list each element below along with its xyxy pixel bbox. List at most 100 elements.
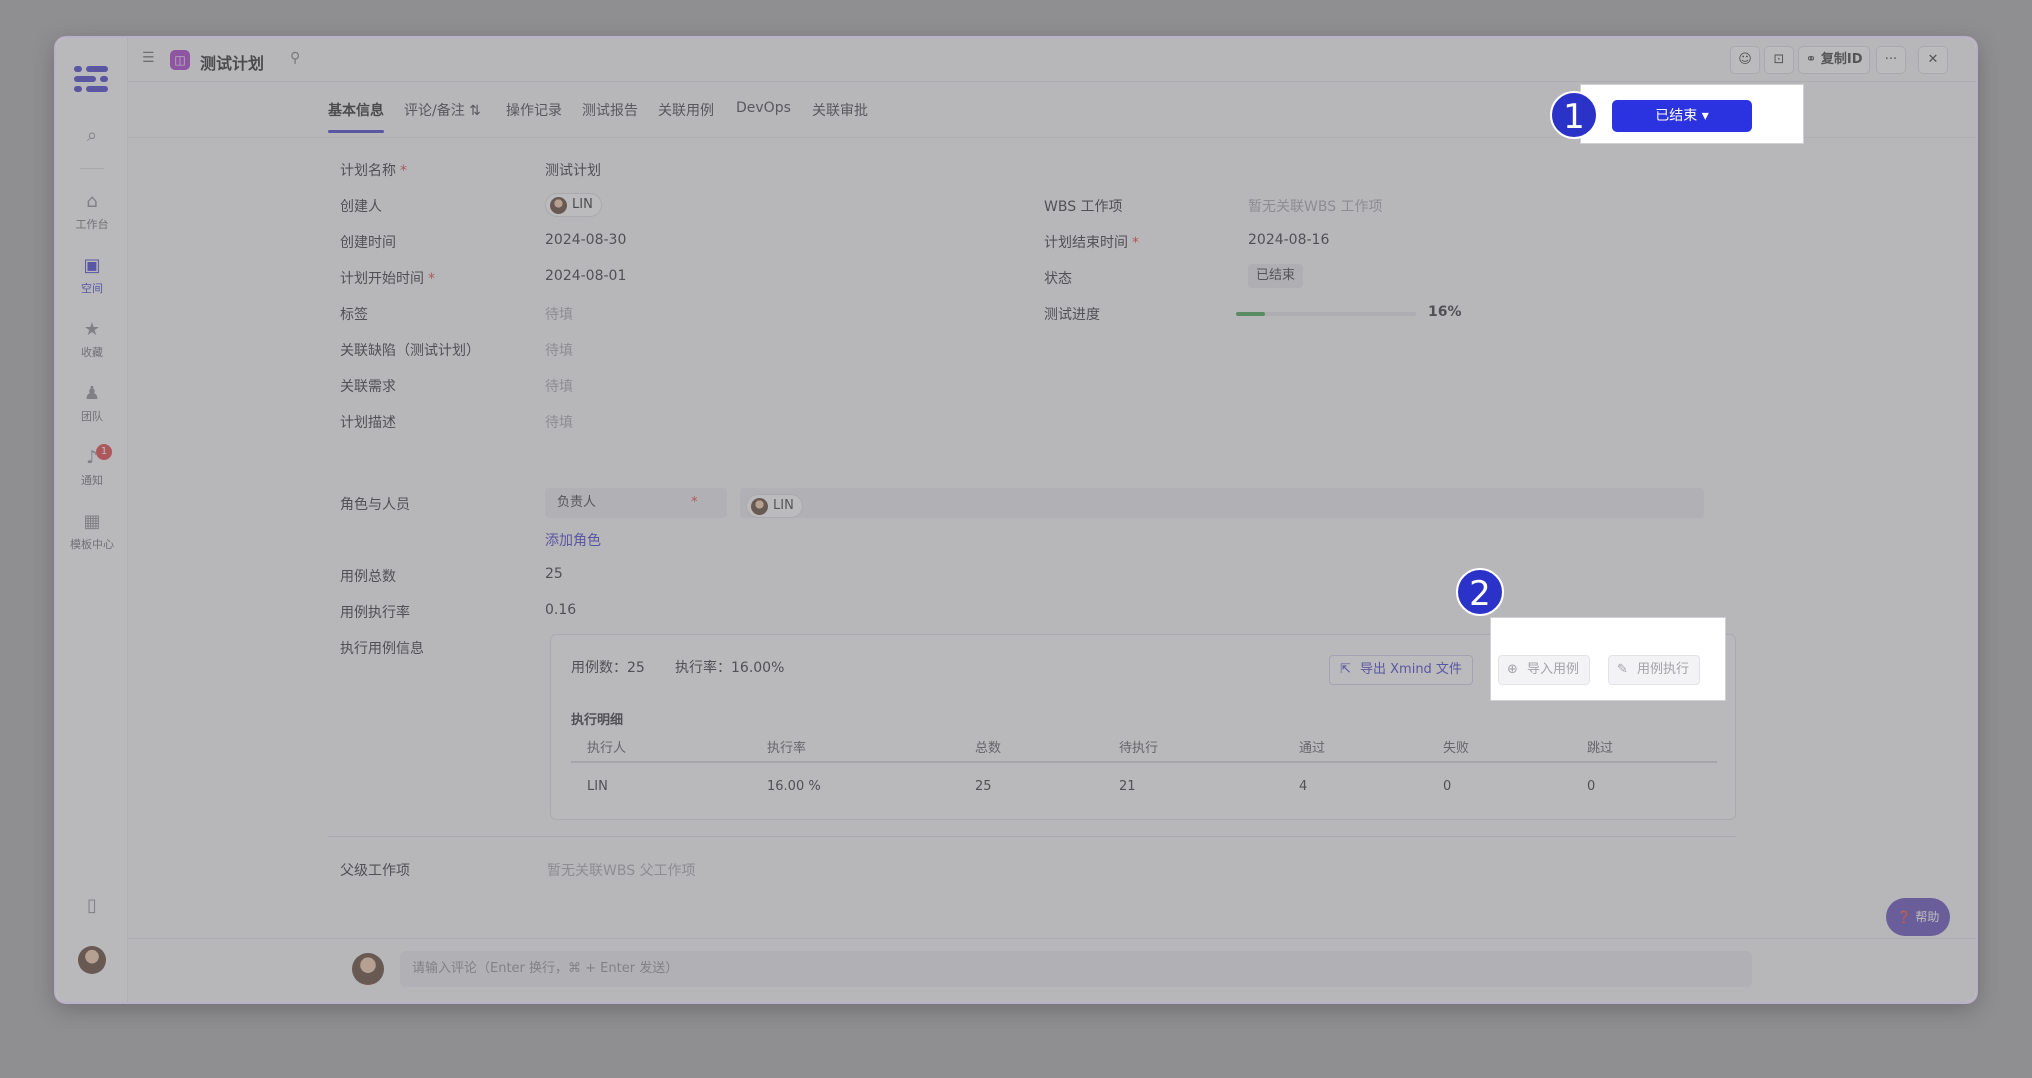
col-skipped: 跳过 — [1587, 741, 1614, 756]
step-marker-1: 1 — [1550, 91, 1598, 139]
bookmark-icon: ⊡ — [1773, 52, 1785, 67]
status-badge[interactable]: 已结束 — [1248, 264, 1304, 288]
export-icon: ⇱ — [1340, 662, 1351, 677]
description-value[interactable]: 待填 — [545, 412, 573, 432]
page-title: 测试计划 — [200, 54, 265, 73]
tab-history[interactable]: 操作记录 — [506, 100, 562, 120]
notification-badge: 1 — [96, 444, 112, 460]
left-rail: ⌕ ⌂ 工作台 ▣ 空间 ★ 收藏 ♟ 团队 ♪ 1 通知 ▦ 模板中心 ▯ — [56, 38, 128, 1002]
members-button[interactable]: ☺ — [1730, 46, 1760, 74]
progress-value: 16% — [1428, 304, 1462, 320]
space-icon: ▣ — [83, 255, 101, 276]
summary-rate: 执行率：16.00% — [675, 660, 785, 676]
field-label-exec-info: 执行用例信息 — [340, 641, 424, 657]
more-button[interactable]: ··· — [1876, 46, 1906, 74]
cell-executor: LIN — [587, 779, 608, 794]
comment-input[interactable]: 请输入评论（Enter 换行，⌘ + Enter 发送） — [400, 951, 1752, 987]
field-label-defects: 关联缺陷（测试计划） — [340, 343, 480, 359]
step-marker-2: 2 — [1456, 568, 1504, 616]
mobile-button[interactable]: ▯ — [56, 896, 128, 920]
members-icon: ☺ — [1738, 52, 1752, 67]
end-date-value[interactable]: 2024-08-16 — [1248, 232, 1329, 248]
role-name-field[interactable]: 负责人 * — [545, 488, 727, 518]
field-label-roles: 角色与人员 — [340, 497, 410, 513]
execute-cases-button[interactable]: ✎ 用例执行 — [1608, 655, 1701, 685]
user-avatar[interactable] — [78, 946, 106, 974]
rail-item-favorites[interactable]: ★ 收藏 — [56, 320, 128, 360]
requirements-value[interactable]: 待填 — [545, 376, 573, 396]
col-failed: 失败 — [1443, 741, 1470, 756]
field-label-description: 计划描述 — [340, 415, 396, 431]
comment-avatar — [352, 953, 384, 985]
tab-devops[interactable]: DevOps — [736, 100, 791, 116]
table-header: 执行人 执行率 总数 待执行 通过 失败 跳过 — [571, 731, 1717, 763]
wbs-value[interactable]: 暂无关联WBS 工作项 — [1248, 196, 1383, 216]
detail-title: 执行明细 — [571, 713, 624, 728]
col-passed: 通过 — [1299, 741, 1326, 756]
tab-basic-info[interactable]: 基本信息 — [328, 100, 384, 133]
plan-type-icon: ◫ — [170, 50, 190, 70]
rail-item-team[interactable]: ♟ 团队 — [56, 384, 128, 424]
col-total: 总数 — [975, 741, 1002, 756]
search-icon: ⌕ — [86, 125, 98, 146]
close-button[interactable]: ✕ — [1918, 46, 1948, 74]
field-label-case-rate: 用例执行率 — [340, 605, 410, 621]
role-members-field[interactable]: LIN — [740, 488, 1704, 518]
cell-total: 25 — [975, 779, 992, 794]
cell-pending: 21 — [1119, 779, 1136, 794]
tab-linked-cases[interactable]: 关联用例 — [658, 100, 714, 120]
col-pending: 待执行 — [1119, 741, 1159, 756]
creator-avatar — [550, 197, 567, 214]
basic-info-panel: 计划名称 * 测试计划 创建人 LIN 创建时间 2024-08-30 计划开始时… — [128, 138, 1976, 938]
rail-item-workbench[interactable]: ⌂ 工作台 — [56, 192, 128, 232]
help-icon: ❓ — [1896, 910, 1912, 924]
add-circle-icon: ⊕ — [1507, 662, 1518, 677]
comment-bar: 请输入评论（Enter 换行，⌘ + Enter 发送） — [128, 938, 1976, 1002]
rail-item-templates[interactable]: ▦ 模板中心 — [56, 512, 128, 552]
collapse-icon[interactable]: ☰ — [142, 50, 155, 66]
export-xmind-button[interactable]: ⇱ 导出 Xmind 文件 — [1329, 655, 1473, 685]
app-window: ⌕ ⌂ 工作台 ▣ 空间 ★ 收藏 ♟ 团队 ♪ 1 通知 ▦ 模板中心 ▯ ☰ ◫ 测试计划… — [56, 38, 1976, 1002]
close-icon: ✕ — [1927, 52, 1939, 67]
section-divider — [328, 836, 1736, 837]
pin-icon[interactable]: ⚲ — [290, 50, 300, 66]
tab-comments[interactable]: 评论/备注 ⇅ — [404, 100, 481, 120]
rail-item-space[interactable]: ▣ 空间 — [56, 256, 128, 296]
grid-icon: ▦ — [83, 511, 101, 532]
phone-icon: ▯ — [87, 895, 97, 916]
member-chip[interactable]: LIN — [746, 494, 803, 518]
tags-value[interactable]: 待填 — [545, 304, 573, 324]
home-icon: ⌂ — [86, 191, 98, 212]
field-label-parent: 父级工作项 — [340, 863, 410, 879]
parent-value[interactable]: 暂无关联WBS 父工作项 — [547, 860, 696, 880]
plan-name-value[interactable]: 测试计划 — [545, 160, 601, 180]
star-icon: ★ — [83, 319, 101, 340]
defects-value[interactable]: 待填 — [545, 340, 573, 360]
bookmark-button[interactable]: ⊡ — [1764, 46, 1794, 74]
field-label-end-date: 计划结束时间 * — [1044, 235, 1139, 251]
link-icon: ⚭ — [1805, 52, 1821, 67]
start-date-value[interactable]: 2024-08-01 — [545, 268, 626, 284]
table-row[interactable]: LIN 16.00 % 25 21 4 0 0 — [571, 775, 1717, 805]
copy-id-button[interactable]: ⚭ 复制ID — [1798, 46, 1870, 74]
more-icon: ··· — [1884, 52, 1898, 67]
status-dropdown-button[interactable]: 已结束 ▾ — [1612, 100, 1752, 132]
field-label-progress: 测试进度 — [1044, 307, 1100, 323]
import-cases-button[interactable]: ⊕ 导入用例 — [1498, 655, 1591, 685]
detail-header: ☰ ◫ 测试计划 ⚲ ☺ ⊡ ⚭ 复制ID ··· ✕ — [128, 38, 1976, 82]
add-role-link[interactable]: 添加角色 — [545, 530, 601, 550]
app-logo[interactable] — [74, 66, 108, 92]
search-button[interactable]: ⌕ — [56, 126, 128, 150]
help-button[interactable]: ❓ 帮助 — [1886, 898, 1950, 936]
col-rate: 执行率 — [767, 741, 807, 756]
col-executor: 执行人 — [587, 741, 627, 756]
rail-item-notifications[interactable]: ♪ 1 通知 — [56, 444, 128, 488]
cell-failed: 0 — [1443, 779, 1452, 794]
member-avatar — [751, 498, 768, 515]
creator-chip[interactable]: LIN — [545, 193, 602, 217]
field-label-status: 状态 — [1044, 271, 1072, 287]
field-label-creator: 创建人 — [340, 199, 382, 215]
tab-approvals[interactable]: 关联审批 — [812, 100, 868, 120]
tab-test-report[interactable]: 测试报告 — [582, 100, 638, 120]
created-at-value: 2024-08-30 — [545, 232, 627, 248]
